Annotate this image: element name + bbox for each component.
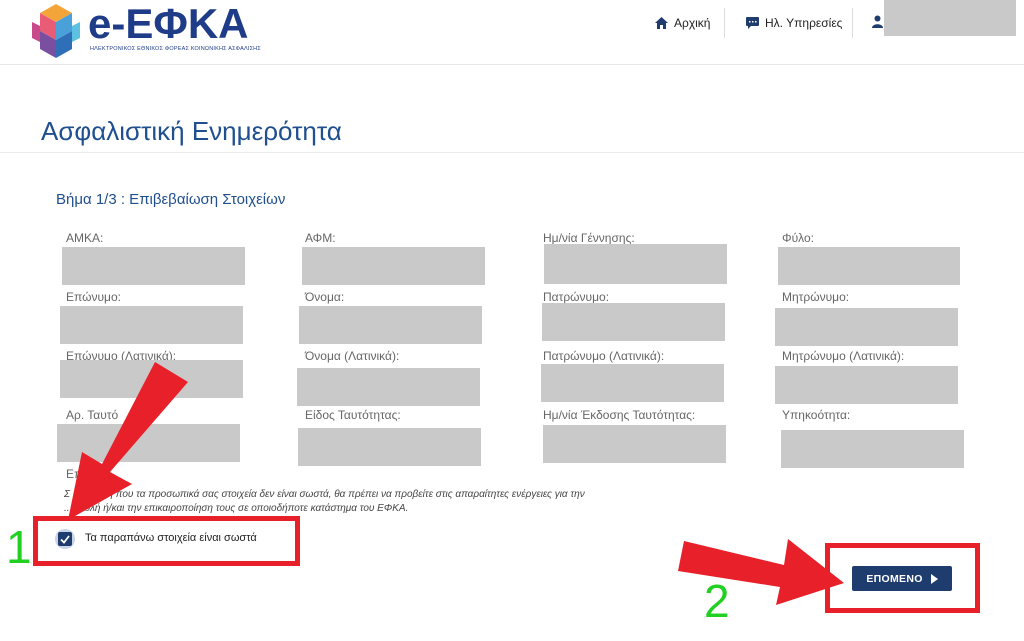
- value-father-name-redacted: [542, 303, 725, 341]
- step-title: Βήμα 1/3 : Επιβεβαίωση Στοιχείων: [56, 191, 286, 208]
- nav-home[interactable]: Αρχική: [655, 12, 710, 34]
- home-icon: [655, 17, 668, 29]
- label-id-type: Είδος Ταυτότητας:: [305, 408, 401, 422]
- label-mother-name-latin: Μητρώνυμο (Λατινικά):: [782, 349, 905, 363]
- label-father-name-latin: Πατρώνυμο (Λατινικά):: [543, 349, 665, 363]
- value-surname-redacted: [60, 306, 243, 344]
- value-mother-name-redacted: [775, 308, 958, 346]
- nav-services[interactable]: Ηλ. Υπηρεσίες: [746, 12, 842, 34]
- chat-icon: [746, 17, 759, 29]
- title-divider: [0, 152, 1024, 153]
- value-id-issue-date-redacted: [543, 425, 726, 463]
- label-amka: ΑΜΚΑ:: [66, 231, 104, 245]
- label-birth-date: Ημ/νία Γέννησης:: [543, 231, 635, 245]
- red-arrow-2-icon: [678, 539, 844, 605]
- label-name: Όνομα:: [305, 290, 345, 304]
- value-id-type-redacted: [298, 428, 481, 466]
- value-name-latin-redacted: [297, 368, 480, 406]
- label-id-issue-date: Ημ/νία Έκδοσης Ταυτότητας:: [543, 408, 696, 422]
- efka-logo-icon[interactable]: [28, 2, 84, 62]
- label-citizenship: Υπηκοότητα:: [782, 408, 851, 422]
- nav-divider: [852, 8, 853, 38]
- red-arrow-1-icon: [68, 362, 188, 520]
- nav-services-label: Ηλ. Υπηρεσίες: [765, 16, 843, 30]
- value-amka-redacted: [62, 247, 245, 285]
- annotation-number-1: 1: [6, 521, 32, 573]
- label-gender: Φύλο:: [782, 231, 814, 245]
- value-citizenship-redacted: [781, 430, 964, 468]
- user-icon[interactable]: [872, 15, 883, 28]
- value-mother-name-latin-redacted: [775, 366, 958, 404]
- value-birth-date-redacted: [544, 244, 727, 284]
- value-gender-redacted: [778, 247, 960, 285]
- nav-divider: [724, 8, 725, 38]
- label-afm: ΑΦΜ:: [305, 231, 336, 245]
- label-father-name: Πατρώνυμο:: [543, 290, 610, 304]
- value-name-redacted: [299, 306, 482, 344]
- label-name-latin: Όνομα (Λατινικά):: [305, 349, 400, 363]
- nav-home-label: Αρχική: [674, 16, 711, 30]
- value-father-name-latin-redacted: [541, 364, 724, 402]
- label-mother-name: Μητρώνυμο:: [782, 290, 850, 304]
- user-name-redacted[interactable]: [884, 0, 1016, 36]
- label-surname: Επώνυμο:: [66, 290, 121, 304]
- annotation-number-2: 2: [704, 575, 730, 627]
- page-title: Ασφαλιστική Ενημερότητα: [41, 116, 342, 146]
- value-afm-redacted: [302, 247, 485, 285]
- logo-text[interactable]: e-ΕΦΚΑ: [88, 2, 249, 46]
- logo-subtitle: ΗΛΕΚΤΡΟΝΙΚΟΣ ΕΘΝΙΚΟΣ ΦΟΡΕΑΣ ΚΟΙΝΩΝΙΚΗΣ Α…: [90, 46, 261, 52]
